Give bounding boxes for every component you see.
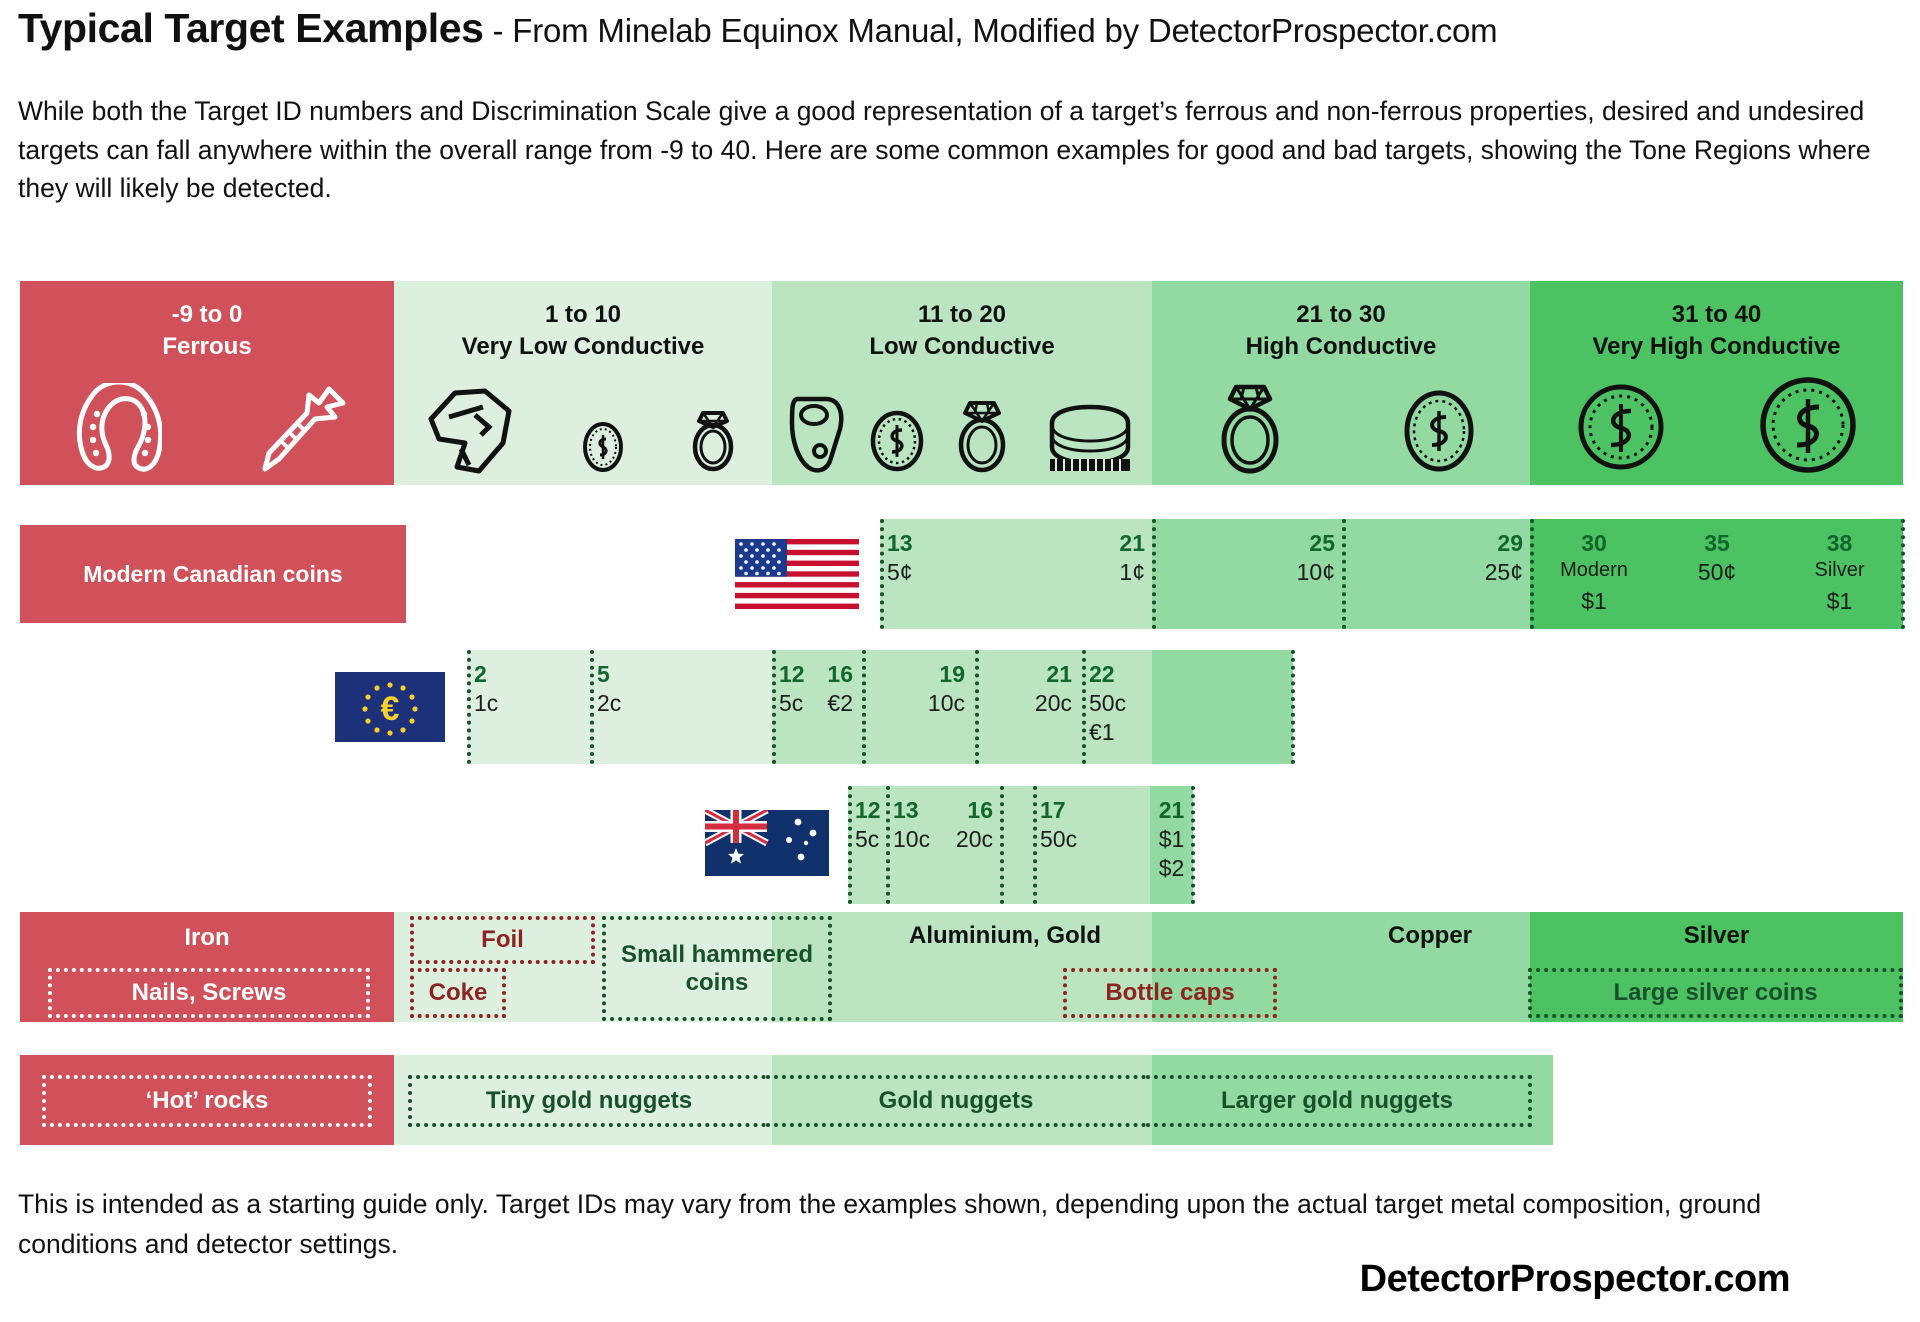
usa-cell-35: 35 50¢ xyxy=(1697,530,1737,585)
coin-icon xyxy=(870,410,924,472)
material-row: Iron Foil Small hammered coins Aluminium… xyxy=(20,912,1903,1022)
divider xyxy=(1082,650,1086,764)
divider xyxy=(590,650,594,764)
screw-icon xyxy=(262,386,345,472)
material-box-coke: Coke xyxy=(410,968,506,1018)
material-label-copper: Copper xyxy=(1388,922,1472,949)
material-box-small-hammered-coins: Small hammered coins xyxy=(602,916,832,1021)
euro-cell-16: 16 €2 xyxy=(827,661,853,716)
small-coin-icon xyxy=(582,422,623,472)
nugget-row: ‘Hot’ rocks Tiny gold nuggets Gold nugge… xyxy=(20,1055,1553,1145)
divider xyxy=(1000,786,1004,904)
large-dollar-coin-icon xyxy=(1760,377,1856,473)
au-cell-16: 16 20c xyxy=(955,797,993,852)
svg-text:€: € xyxy=(381,690,400,728)
material-box-nails-screws: Nails, Screws xyxy=(48,968,370,1018)
very-low-icon-group xyxy=(394,372,772,477)
nugget-box-tiny-gold-nuggets: Tiny gold nuggets xyxy=(408,1075,766,1127)
dollar-coin-icon xyxy=(1578,384,1664,470)
euro-cell-19: 19 10c xyxy=(927,661,965,716)
usa-cell-30: 30 Modern $1 xyxy=(1560,530,1628,614)
high-icon-group xyxy=(1152,372,1530,477)
usa-cell-38: 38 Silver $1 xyxy=(1814,530,1865,614)
horseshoe-icon xyxy=(76,383,162,472)
tone-name-ferrous: Ferrous xyxy=(162,332,252,360)
material-label-iron: Iron xyxy=(184,924,230,951)
us-flag-icon xyxy=(735,539,859,609)
tone-range-high: 21 to 30 xyxy=(1296,301,1386,328)
au-flag-icon xyxy=(705,810,829,876)
low-icon-group xyxy=(772,372,1152,477)
divider xyxy=(1901,519,1905,629)
material-label-aluminium-gold: Aluminium, Gold xyxy=(909,922,1101,949)
usa-cell-29: 29 25¢ xyxy=(1484,530,1523,585)
tone-name-high: High Conductive xyxy=(1245,332,1437,360)
divider xyxy=(862,650,866,764)
divider xyxy=(1342,519,1346,629)
usa-coin-row: 13 5¢ 21 1¢ 25 10¢ 29 25¢ 30 Modern $1 3… xyxy=(735,519,1905,629)
divider xyxy=(975,650,979,764)
tone-region-high-conductive: 21 to 30 High Conductive xyxy=(1152,281,1530,485)
tone-region-ferrous: -9 to 0 Ferrous xyxy=(20,281,394,485)
divider xyxy=(1530,519,1534,629)
divider xyxy=(467,650,471,764)
divider xyxy=(1033,786,1037,904)
divider xyxy=(886,786,890,904)
nugget-box-larger-gold-nuggets: Larger gold nuggets xyxy=(1146,1075,1532,1127)
ring-diamond-icon xyxy=(1221,384,1278,474)
divider xyxy=(1191,786,1195,904)
divider xyxy=(848,786,852,904)
very-high-icon-group xyxy=(1530,372,1903,477)
usa-cell-21: 21 1¢ xyxy=(1119,530,1145,585)
euro-cell-2: 2 1c xyxy=(474,661,499,716)
pull-tab-icon xyxy=(789,396,844,473)
material-box-foil: Foil xyxy=(410,916,595,964)
cent-coin-icon xyxy=(1404,390,1473,472)
bottle-cap-icon xyxy=(1049,404,1131,471)
ring-icon xyxy=(692,411,733,472)
tone-name-very-high: Very High Conductive xyxy=(1592,332,1841,360)
au-cell-12: 12 5c xyxy=(855,797,881,852)
euro-cell-22: 22 50c €1 xyxy=(1089,661,1127,745)
ferrous-icon-group xyxy=(20,372,394,477)
tone-name-low: Low Conductive xyxy=(869,332,1055,360)
modern-canadian-coins-label: Modern Canadian coins xyxy=(20,525,406,623)
tone-region-low-conductive: 11 to 20 Low Conductive xyxy=(772,281,1152,485)
euro-cell-21: 21 20c xyxy=(1034,661,1072,716)
euro-coin-row: 2 1c 5 2c 12 5c 16 €2 19 10c 21 20c 22 5… xyxy=(335,650,1295,764)
ring-icon xyxy=(958,401,1006,473)
eu-flag-icon: € xyxy=(335,672,445,742)
divider xyxy=(880,519,884,629)
tone-range-low: 11 to 20 xyxy=(917,301,1007,328)
tone-name-very-low: Very Low Conductive xyxy=(461,332,705,360)
footer-disclaimer: This is intended as a starting guide onl… xyxy=(18,1189,1762,1259)
nugget-box-hot-rocks: ‘Hot’ rocks xyxy=(42,1075,372,1127)
material-box-bottle-caps: Bottle caps xyxy=(1063,968,1277,1018)
tone-range-ferrous: -9 to 0 xyxy=(171,301,243,328)
au-cell-13: 13 10c xyxy=(893,797,931,852)
tone-range-very-low: 1 to 10 xyxy=(544,301,622,328)
divider xyxy=(1152,519,1156,629)
nugget-box-gold-nuggets: Gold nuggets xyxy=(766,1075,1146,1127)
tone-region-very-low-conductive: 1 to 10 Very Low Conductive xyxy=(394,281,772,485)
brand-watermark: DetectorProspector.com xyxy=(1359,1258,1791,1300)
material-box-large-silver-coins: Large silver coins xyxy=(1528,968,1903,1018)
foil-scrap-icon xyxy=(428,388,512,474)
divider xyxy=(772,650,776,764)
usa-cell-25: 25 10¢ xyxy=(1296,530,1335,585)
tone-range-very-high: 31 to 40 xyxy=(1671,301,1762,328)
australia-coin-row: 12 5c 13 10c 16 20c 17 50c 21 $1 $2 xyxy=(705,786,1195,904)
divider xyxy=(1291,650,1295,764)
euro-cell-5: 5 2c xyxy=(597,661,622,716)
target-id-chart: -9 to 0 Ferrous 1 to 10 Very Low Conduct… xyxy=(0,0,1920,1322)
au-cell-21: 21 $1 $2 xyxy=(1158,797,1185,881)
au-cell-17: 17 50c xyxy=(1040,797,1078,852)
tone-region-very-high-conductive: 31 to 40 Very High Conductive xyxy=(1530,281,1903,485)
material-label-silver: Silver xyxy=(1683,922,1750,949)
